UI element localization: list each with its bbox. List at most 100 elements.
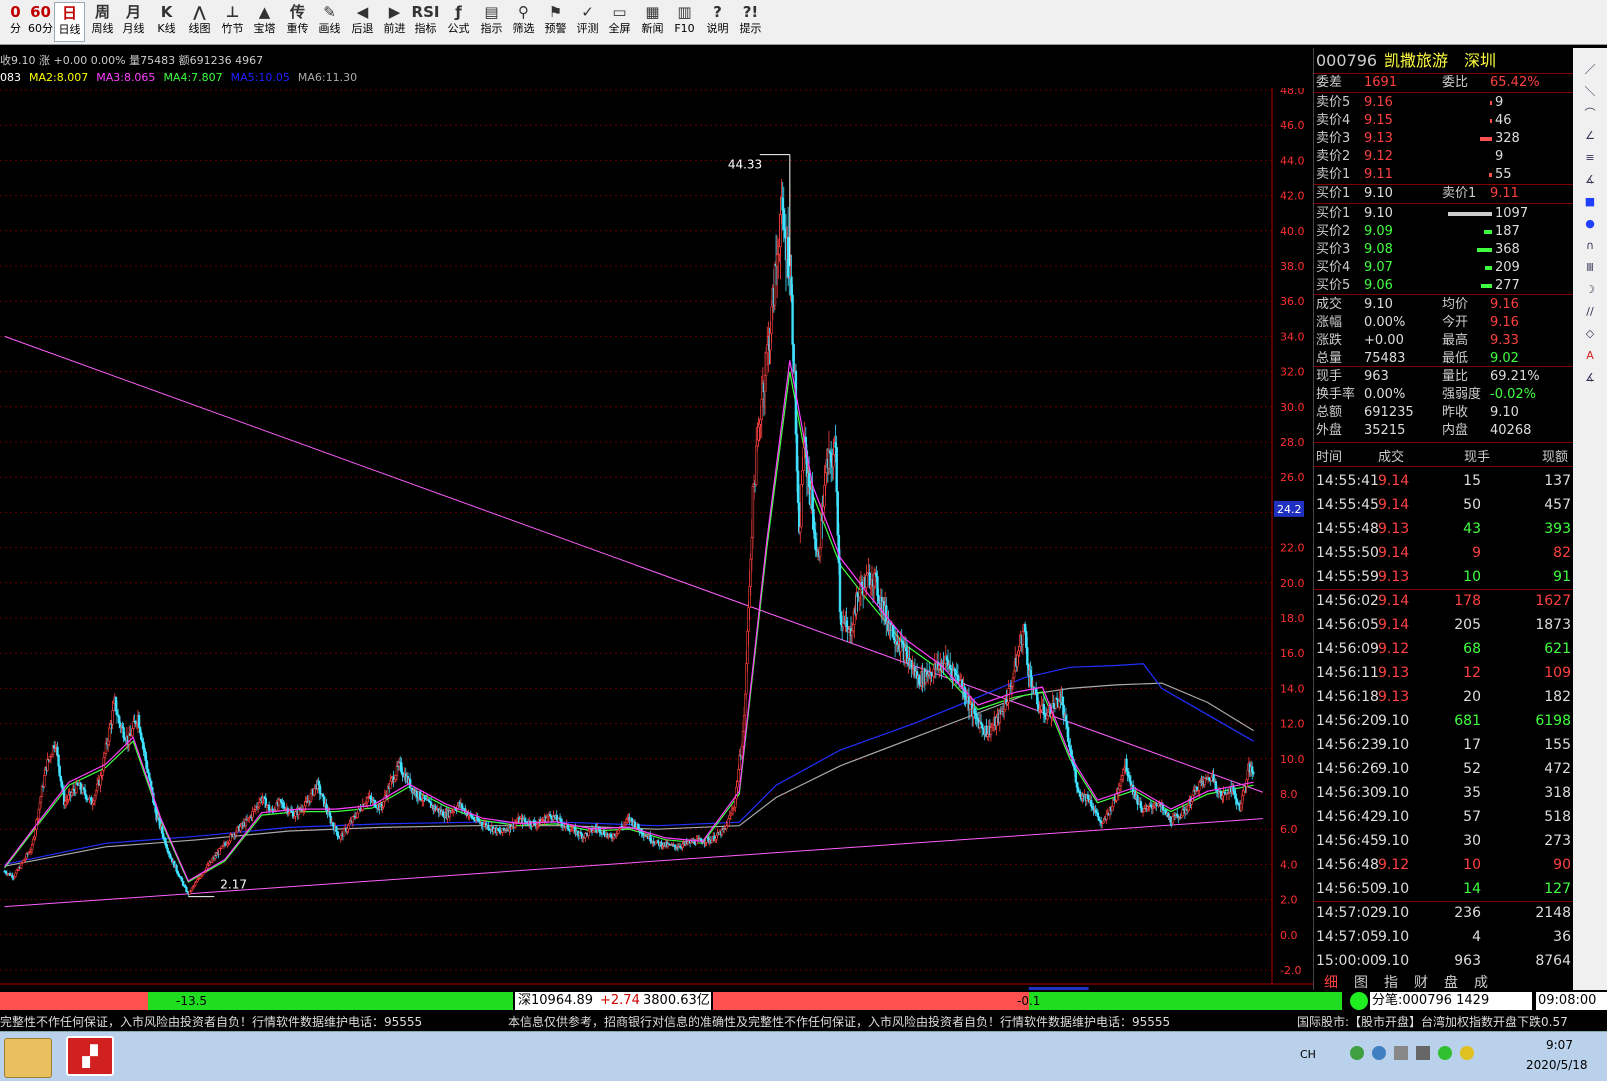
tick-amount: 109 bbox=[1544, 665, 1571, 681]
draw-tool-icon[interactable]: ● bbox=[1582, 216, 1598, 232]
sell-price: 9.15 bbox=[1364, 113, 1393, 128]
toolbar-forward[interactable]: ▶ 前进 bbox=[379, 2, 410, 42]
tick-row[interactable]: 14:55:45 9.14 50 457 bbox=[1314, 494, 1573, 516]
toolbar-line-chart[interactable]: ⋀ 线图 bbox=[184, 2, 215, 42]
tick-row[interactable]: 14:56:30 9.10 35 318 bbox=[1314, 782, 1573, 804]
tick-row[interactable]: 14:56:48 9.12 10 90 bbox=[1314, 854, 1573, 876]
tick-row[interactable]: 15:00:00 9.10 963 8764 bbox=[1314, 950, 1573, 972]
candle-body bbox=[112, 702, 115, 711]
toolbar-f10[interactable]: ▥ F10 bbox=[669, 2, 700, 42]
panel-tab[interactable]: 成 bbox=[1474, 972, 1488, 992]
tray-icon-3[interactable] bbox=[1394, 1046, 1408, 1060]
toolbar-filter[interactable]: ⚲ 筛选 bbox=[508, 2, 539, 42]
tick-row[interactable]: 14:56:23 9.10 17 155 bbox=[1314, 734, 1573, 756]
sell-row[interactable]: 卖价1 9.11 55 bbox=[1314, 166, 1573, 184]
tick-time: 15:00:00 bbox=[1316, 953, 1379, 969]
draw-tool-icon[interactable]: ∠ bbox=[1582, 128, 1598, 144]
toolbar-formula[interactable]: ƒ 公式 bbox=[443, 2, 474, 42]
network-icon[interactable] bbox=[1460, 1046, 1474, 1060]
panel-tab[interactable]: 财 bbox=[1414, 972, 1428, 992]
tick-row[interactable]: 14:55:48 9.13 43 393 bbox=[1314, 518, 1573, 540]
buy-row[interactable]: 买价5 9.06 277 bbox=[1314, 277, 1573, 295]
tray-icon-2[interactable] bbox=[1372, 1046, 1386, 1060]
draw-tool-icon[interactable]: ◇ bbox=[1582, 326, 1598, 342]
buy-row[interactable]: 买价2 9.09 187 bbox=[1314, 223, 1573, 241]
draw-tool-icon[interactable]: ＼ bbox=[1582, 84, 1598, 100]
candle-body bbox=[1252, 771, 1255, 775]
tick-row[interactable]: 14:56:20 9.10 681 6198 bbox=[1314, 710, 1573, 732]
toolbar-news[interactable]: ▦ 新闻 bbox=[637, 2, 668, 42]
tick-row[interactable]: 14:56:02 9.14 178 1627 bbox=[1314, 590, 1573, 612]
draw-tool-icon[interactable]: ／ bbox=[1582, 62, 1598, 78]
toolbar-period-month[interactable]: 月月线 bbox=[118, 2, 149, 42]
panel-tab[interactable]: 盘 bbox=[1444, 972, 1458, 992]
sz-index[interactable]: 深10964.89 +2.74 3800.63亿 bbox=[515, 992, 711, 1010]
toolbar-fullscreen[interactable]: ▭ 全屏 bbox=[604, 2, 635, 42]
draw-tool-icon[interactable]: // bbox=[1582, 304, 1598, 320]
toolbar-draw-line[interactable]: ✎ 画线 bbox=[314, 2, 345, 42]
toolbar-period-week[interactable]: 周周线 bbox=[87, 2, 118, 42]
panel-tab[interactable]: 指 bbox=[1384, 972, 1398, 992]
draw-tool-icon[interactable]: ☽ bbox=[1582, 282, 1598, 298]
tick-row[interactable]: 14:56:42 9.10 57 518 bbox=[1314, 806, 1573, 828]
trendline[interactable] bbox=[4, 335, 1263, 793]
toolbar-back[interactable]: ◀ 后退 bbox=[347, 2, 378, 42]
tick-row[interactable]: 14:56:18 9.13 20 182 bbox=[1314, 686, 1573, 708]
draw-tool-icon[interactable]: ≡ bbox=[1582, 150, 1598, 166]
draw-tool-icon[interactable]: A bbox=[1582, 348, 1598, 364]
wechat-icon[interactable] bbox=[1438, 1046, 1452, 1060]
tick-row[interactable]: 14:56:09 9.12 68 621 bbox=[1314, 638, 1573, 660]
candle-body bbox=[624, 819, 628, 823]
toolbar-indicator[interactable]: RSI 指标 bbox=[410, 2, 441, 42]
sell-row[interactable]: 卖价4 9.15 46 bbox=[1314, 112, 1573, 130]
folder-icon[interactable] bbox=[4, 1038, 52, 1078]
sell-row[interactable]: 卖价5 9.16 9 bbox=[1314, 94, 1573, 112]
buy-row[interactable]: 买价1 9.10 1097 bbox=[1314, 205, 1573, 223]
candle-body bbox=[313, 788, 316, 796]
draw-tool-icon[interactable]: ■ bbox=[1582, 194, 1598, 210]
trading-app-icon[interactable]: ▞ bbox=[66, 1036, 114, 1076]
toolbar-hint[interactable]: ?! 提示 bbox=[735, 2, 766, 42]
toolbar-period-day[interactable]: 日日线 bbox=[54, 2, 85, 42]
panel-tab[interactable]: 图 bbox=[1354, 972, 1368, 992]
sell-row[interactable]: 卖价2 9.12 9 bbox=[1314, 148, 1573, 166]
buy-row[interactable]: 买价3 9.08 368 bbox=[1314, 241, 1573, 259]
tick-row[interactable]: 14:56:26 9.10 52 472 bbox=[1314, 758, 1573, 780]
kline-chart[interactable]: 48.0 46.0 44.0 42.0 40.0 38.0 36.0 34.0 32.0 30.0… bbox=[0, 88, 1313, 990]
news-ticker[interactable]: 完整性不作任何保证，入市风险由投资者自负！行情软件数据维护电话：95555 本信… bbox=[0, 1013, 1607, 1031]
candle-body bbox=[695, 839, 698, 845]
tick-row[interactable]: 14:56:45 9.10 30 273 bbox=[1314, 830, 1573, 852]
draw-tool-icon[interactable]: ∡ bbox=[1582, 172, 1598, 188]
toolbar-kline[interactable]: K K线 bbox=[151, 2, 182, 42]
panel-tab[interactable]: 细 bbox=[1324, 972, 1338, 992]
tick-row[interactable]: 14:56:05 9.14 205 1873 bbox=[1314, 614, 1573, 636]
toolbar-pagoda[interactable]: ▲ 宝塔 bbox=[249, 2, 280, 42]
tick-row[interactable]: 14:56:11 9.13 12 109 bbox=[1314, 662, 1573, 684]
candle-body bbox=[759, 419, 762, 425]
toolbar-alert[interactable]: ⚑ 预警 bbox=[540, 2, 571, 42]
input-lang[interactable]: CH bbox=[1300, 1048, 1316, 1061]
toolbar-period-60min[interactable]: 60 60分 bbox=[25, 2, 56, 42]
toolbar-evaluate[interactable]: ✓ 评测 bbox=[572, 2, 603, 42]
tray-icon-1[interactable] bbox=[1350, 1046, 1364, 1060]
tick-row[interactable]: 14:56:50 9.10 14 127 bbox=[1314, 878, 1573, 900]
toolbar-bamboo[interactable]: ⊥ 竹节 bbox=[217, 2, 248, 42]
draw-tool-icon[interactable]: ⌒ bbox=[1582, 106, 1598, 122]
sell-row[interactable]: 卖价3 9.13 328 bbox=[1314, 130, 1573, 148]
candle-body bbox=[858, 589, 862, 598]
sell-volume-bar bbox=[1489, 173, 1492, 177]
toolbar-manual[interactable]: ? 说明 bbox=[702, 2, 733, 42]
tick-row[interactable]: 14:57:05 9.10 4 36 bbox=[1314, 926, 1573, 948]
tick-row[interactable]: 14:55:50 9.14 9 82 bbox=[1314, 542, 1573, 564]
draw-tool-icon[interactable]: ∡ bbox=[1582, 370, 1598, 386]
buy-row[interactable]: 买价4 9.07 209 bbox=[1314, 259, 1573, 277]
tick-row[interactable]: 14:55:59 9.13 10 91 bbox=[1314, 566, 1573, 588]
volume-icon[interactable] bbox=[1416, 1046, 1430, 1060]
draw-tool-icon[interactable]: ∩ bbox=[1582, 238, 1598, 254]
tick-row[interactable]: 14:55:41 9.14 15 137 bbox=[1314, 470, 1573, 492]
trendline[interactable] bbox=[4, 818, 1263, 908]
draw-tool-icon[interactable]: Ⅲ bbox=[1582, 260, 1598, 276]
toolbar-indication[interactable]: ▤ 指示 bbox=[476, 2, 507, 42]
tick-row[interactable]: 14:57:02 9.10 236 2148 bbox=[1314, 902, 1573, 924]
toolbar-reload[interactable]: 传重传 bbox=[282, 2, 313, 42]
